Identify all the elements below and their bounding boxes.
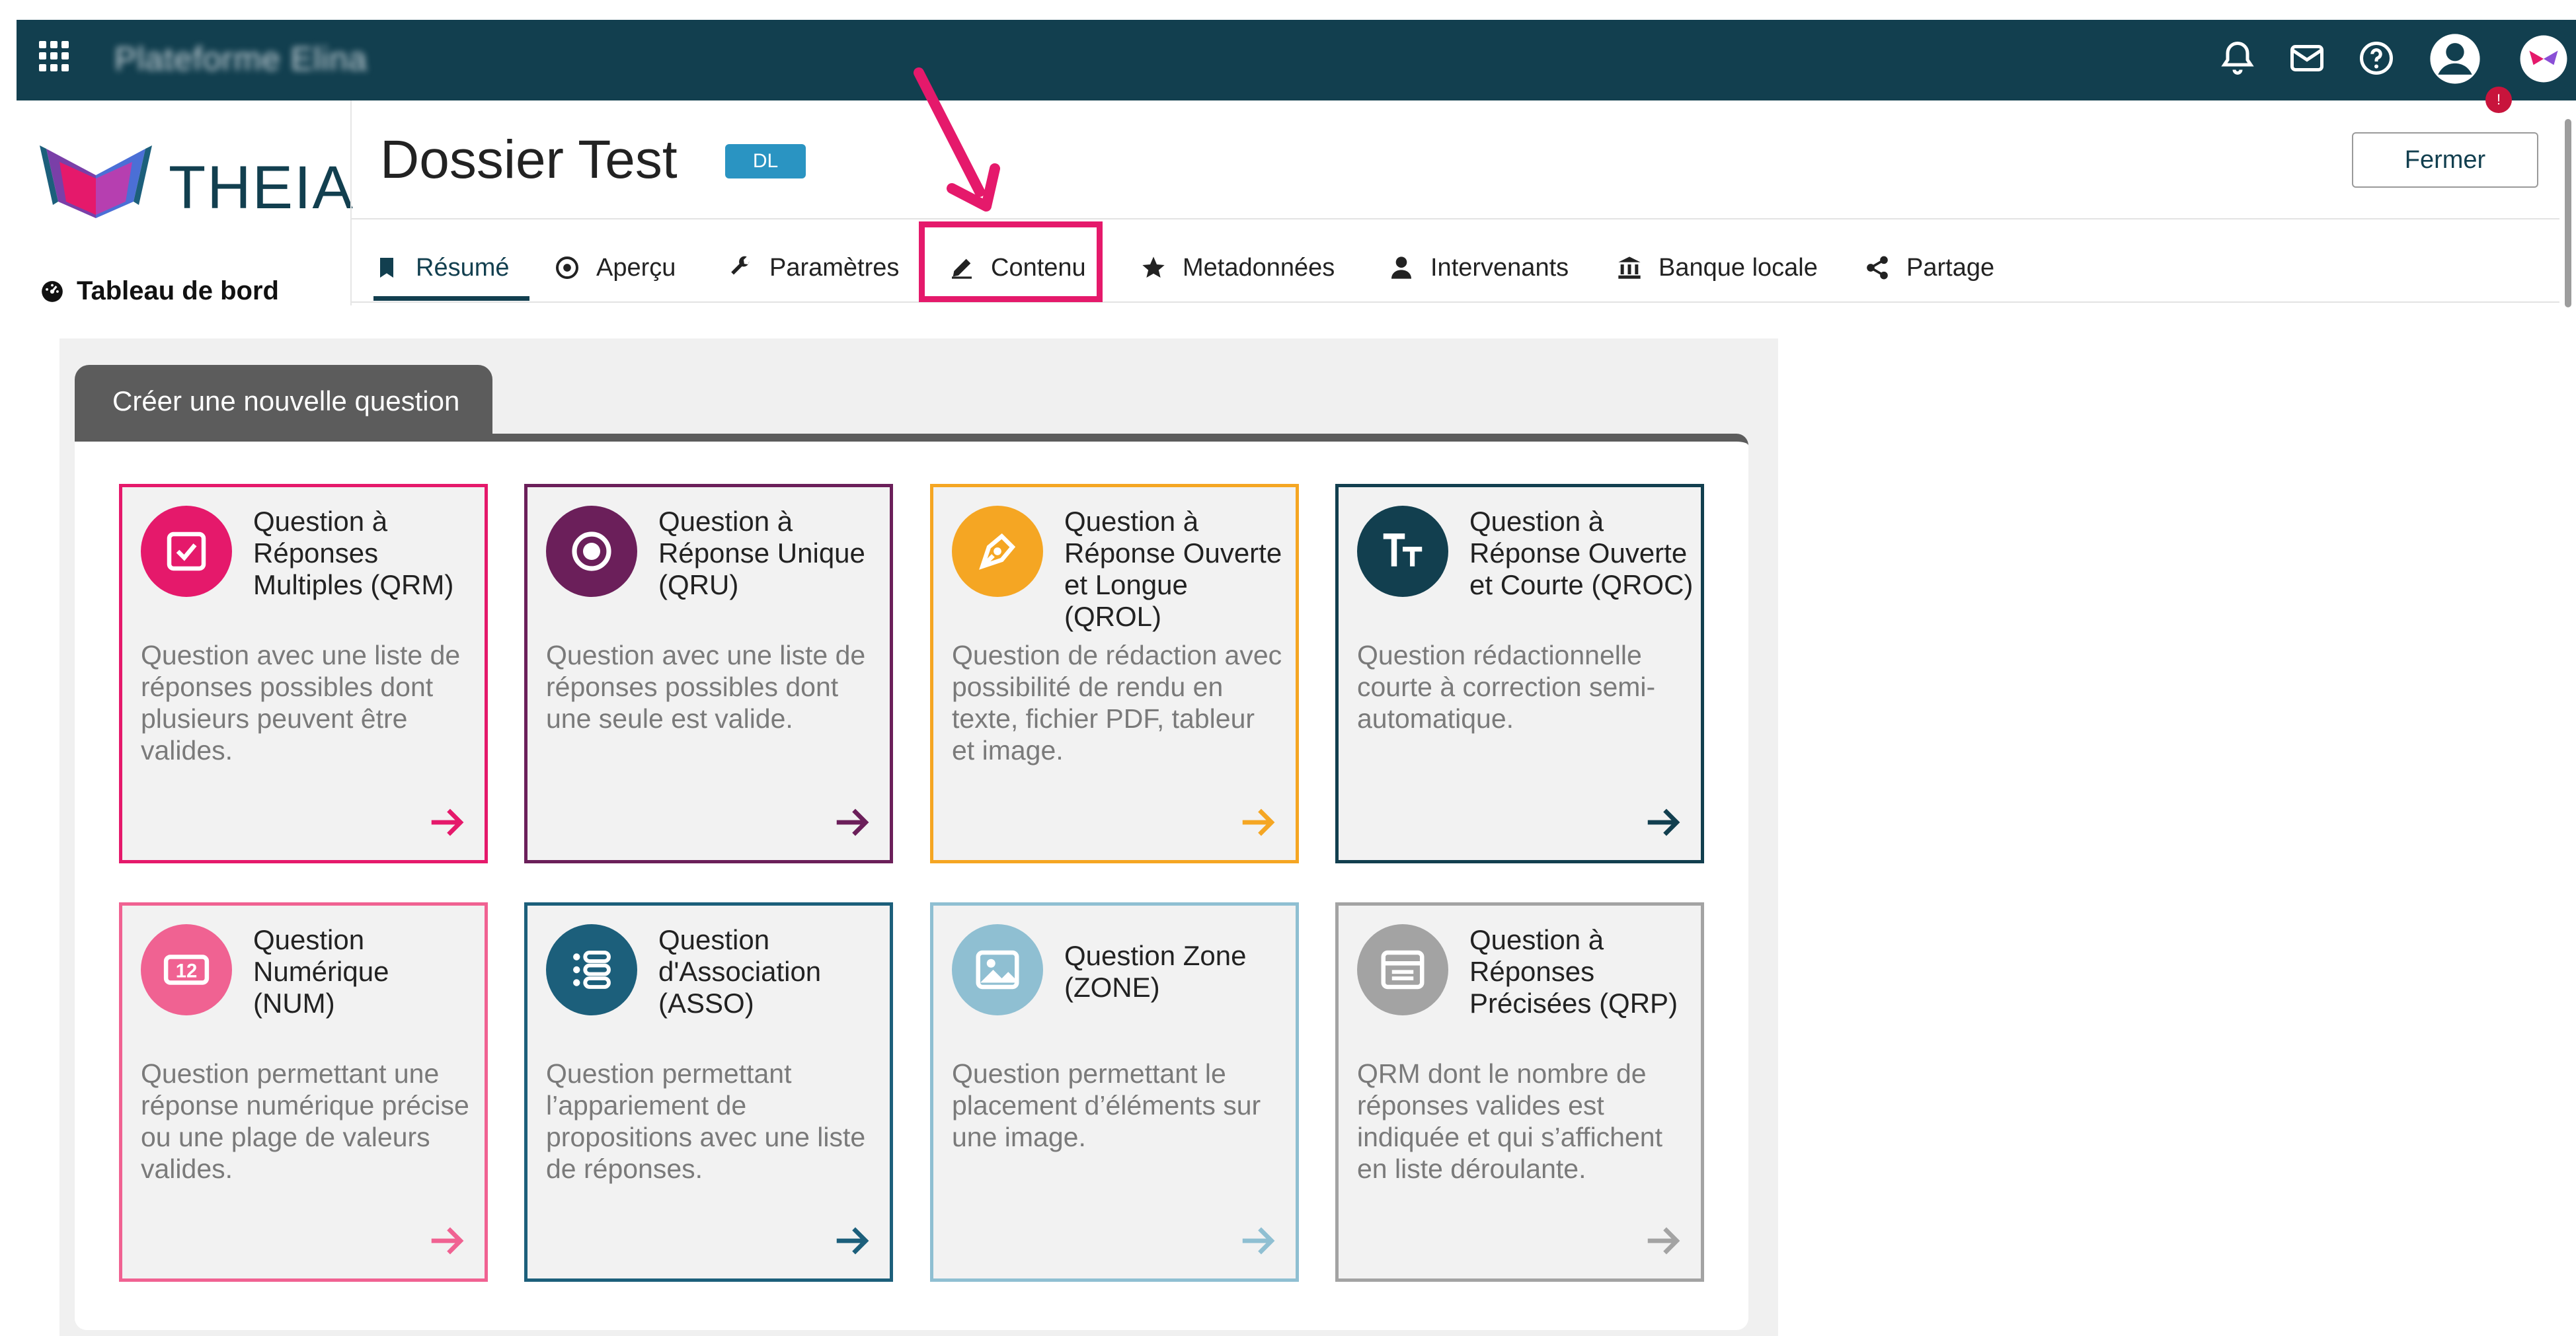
question-card-title: Question à Réponses Précisées (QRP) bbox=[1469, 924, 1678, 1019]
bookmark-icon bbox=[380, 258, 393, 278]
pen-nib-icon bbox=[952, 506, 1043, 597]
question-card-description: QRM dont le nombre de réponses valides e… bbox=[1357, 1058, 1662, 1184]
tab-label: Intervenants bbox=[1430, 253, 1569, 282]
question-card-asso[interactable]: Question d'Association (ASSO) Question p… bbox=[524, 902, 893, 1282]
question-card-qru[interactable]: Question à Réponse Unique (QRU) Question… bbox=[524, 484, 893, 863]
arrow-right-icon bbox=[1237, 1220, 1278, 1261]
number-12-icon: 12 bbox=[141, 924, 232, 1015]
brand-name: THEIA bbox=[169, 154, 354, 221]
top-bar: Plateforme Elina ! bbox=[17, 20, 2576, 113]
tab-label: Metadonnées bbox=[1183, 253, 1335, 282]
arrow-right-icon bbox=[1237, 802, 1278, 843]
help-circle-icon[interactable] bbox=[2357, 38, 2396, 78]
question-card-description: Question rédactionnelle courte à correct… bbox=[1357, 640, 1656, 734]
arrow-right-icon bbox=[832, 1220, 873, 1261]
question-card-qrp[interactable]: Question à Réponses Précisées (QRP) QRM … bbox=[1335, 902, 1704, 1282]
butterfly-logo-icon[interactable] bbox=[2519, 34, 2568, 83]
question-card-title: Question à Réponse Ouverte et Longue (QR… bbox=[1064, 506, 1282, 632]
highlight-box-contenu bbox=[919, 221, 1103, 302]
question-card-qrol[interactable]: Question à Réponse Ouverte et Longue (QR… bbox=[930, 484, 1299, 863]
dropdown-list-icon bbox=[1357, 924, 1448, 1015]
tab-apercu[interactable]: Aperçu bbox=[554, 237, 676, 299]
radio-icon bbox=[546, 506, 637, 597]
question-card-title: Question d'Association (ASSO) bbox=[658, 924, 822, 1019]
gauge-icon bbox=[42, 280, 63, 302]
dashboard-label: Tableau de bord bbox=[77, 276, 279, 305]
user-avatar-icon[interactable] bbox=[2428, 32, 2482, 86]
theia-logo-icon bbox=[40, 145, 152, 218]
tab-intervenants[interactable]: Intervenants bbox=[1388, 237, 1569, 299]
eye-icon bbox=[556, 256, 578, 279]
question-card-title: Question Zone (ZONE) bbox=[1064, 940, 1247, 1003]
text-size-icon bbox=[1357, 506, 1448, 597]
platform-name: Plateforme Elina bbox=[114, 40, 368, 77]
panel-tab-label: Créer une nouvelle question bbox=[112, 385, 460, 416]
arrow-right-icon bbox=[832, 802, 873, 843]
notification-badge: ! bbox=[2485, 87, 2512, 113]
tab-resume[interactable]: Résumé bbox=[373, 237, 510, 299]
image-icon bbox=[952, 924, 1043, 1015]
panel-tab-new-question[interactable]: Créer une nouvelle question bbox=[75, 365, 492, 438]
dashboard-link[interactable]: Tableau de bord bbox=[40, 276, 279, 306]
question-card-num[interactable]: 12 Question Numérique (NUM) Question per… bbox=[119, 902, 488, 1282]
bell-icon[interactable] bbox=[2218, 38, 2257, 78]
question-card-description: Question de rédaction avec possibilité d… bbox=[952, 640, 1282, 766]
question-card-qrm[interactable]: Question à Réponses Multiples (QRM) Ques… bbox=[119, 484, 488, 863]
arrow-right-icon bbox=[426, 1220, 467, 1261]
question-card-title: Question Numérique (NUM) bbox=[253, 924, 389, 1019]
arrow-right-icon bbox=[1643, 1220, 1684, 1261]
bank-icon bbox=[1618, 256, 1641, 279]
tab-metadonnees[interactable]: Metadonnées bbox=[1140, 237, 1335, 299]
envelope-icon[interactable] bbox=[2287, 38, 2327, 78]
star-icon bbox=[1142, 256, 1165, 278]
status-badge: DL bbox=[725, 144, 806, 178]
question-card-title: Question à Réponse Ouverte et Courte (QR… bbox=[1469, 506, 1694, 600]
tab-label: Partage bbox=[1906, 253, 1995, 282]
tab-label: Paramètres bbox=[769, 253, 900, 282]
scrollbar-thumb[interactable] bbox=[2565, 119, 2571, 307]
header-divider bbox=[352, 218, 2559, 219]
page-title: Dossier Test bbox=[380, 130, 678, 190]
tab-partage[interactable]: Partage bbox=[1864, 237, 1994, 299]
tab-label: Banque locale bbox=[1659, 253, 1818, 282]
tabs-divider bbox=[352, 301, 2559, 303]
user-icon bbox=[1391, 256, 1411, 279]
close-button[interactable]: Fermer bbox=[2352, 132, 2538, 188]
question-card-zone[interactable]: Question Zone (ZONE) Question permettant… bbox=[930, 902, 1299, 1282]
tab-label: Aperçu bbox=[596, 253, 676, 282]
question-card-description: Question permettant une réponse numériqu… bbox=[141, 1058, 469, 1184]
active-tab-indicator bbox=[373, 296, 529, 301]
wrench-icon bbox=[731, 256, 750, 275]
sidebar-divider bbox=[350, 100, 352, 305]
arrow-right-icon bbox=[1643, 802, 1684, 843]
question-card-description: Question avec une liste de réponses poss… bbox=[546, 640, 866, 734]
tab-label: Résumé bbox=[416, 253, 510, 282]
question-card-title: Question à Réponse Unique (QRU) bbox=[658, 506, 865, 600]
number-glyph: 12 bbox=[176, 961, 198, 982]
question-card-description: Question permettant le placement d’éléme… bbox=[952, 1058, 1261, 1152]
checkbox-icon bbox=[141, 506, 232, 597]
apps-grid-icon[interactable] bbox=[39, 41, 69, 71]
annotation-arrow-icon bbox=[914, 67, 1000, 212]
tab-banque-locale[interactable]: Banque locale bbox=[1616, 237, 1818, 299]
brand[interactable]: THEIA bbox=[40, 139, 353, 225]
question-card-description: Question avec une liste de réponses poss… bbox=[141, 640, 461, 766]
list-match-icon bbox=[546, 924, 637, 1015]
share-icon bbox=[1867, 256, 1888, 280]
tab-parametres[interactable]: Paramètres bbox=[727, 237, 899, 299]
arrow-right-icon bbox=[426, 802, 467, 843]
question-card-title: Question à Réponses Multiples (QRM) bbox=[253, 506, 454, 600]
question-card-description: Question permettant l’appariement de pro… bbox=[546, 1058, 866, 1184]
question-card-qroc[interactable]: Question à Réponse Ouverte et Courte (QR… bbox=[1335, 484, 1704, 863]
